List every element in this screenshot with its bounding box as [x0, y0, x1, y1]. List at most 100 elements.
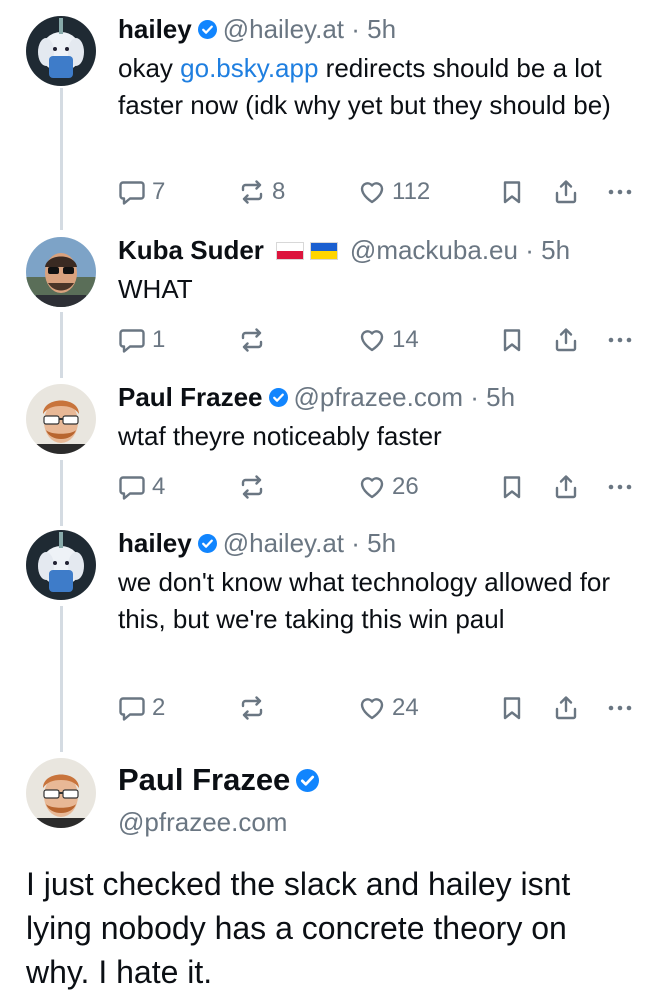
post-actions: 7 8 112 [118, 176, 651, 208]
bookmark-icon [498, 694, 526, 722]
bookmark-icon [498, 326, 526, 354]
like-count: 24 [392, 694, 419, 721]
post-text: wtaf theyre noticeably faster [118, 421, 442, 451]
post-time[interactable]: 5h [367, 14, 396, 44]
post-time[interactable]: 5h [541, 235, 570, 265]
bookmark-button[interactable] [498, 176, 526, 208]
repost-icon [238, 326, 266, 354]
avatar-hailey[interactable] [26, 16, 96, 86]
share-icon [552, 178, 580, 206]
post-header: hailey @hailey.at · 5h [118, 528, 651, 558]
reply-icon [118, 326, 146, 354]
like-button[interactable]: 14 [358, 324, 419, 356]
avatar-hailey[interactable] [26, 530, 96, 600]
author-handle[interactable]: @hailey.at [223, 14, 344, 44]
avatar-paul-frazee[interactable] [26, 758, 96, 828]
more-icon [606, 473, 634, 501]
share-button[interactable] [552, 471, 580, 503]
author-name[interactable]: hailey [118, 14, 192, 44]
author-handle[interactable]: @hailey.at [223, 528, 344, 558]
bookmark-button[interactable] [498, 471, 526, 503]
more-button[interactable] [606, 176, 634, 208]
share-icon [552, 326, 580, 354]
avatar-paul-frazee[interactable] [26, 384, 96, 454]
repost-icon [238, 473, 266, 501]
verified-icon [198, 534, 217, 553]
bookmark-button[interactable] [498, 692, 526, 724]
author-name[interactable]: Paul Frazee [118, 382, 263, 412]
more-button[interactable] [606, 692, 634, 724]
reply-button[interactable]: 1 [118, 324, 165, 356]
main-author-name[interactable]: Paul Frazee [118, 762, 290, 797]
post-text: WHAT [118, 274, 193, 304]
share-button[interactable] [552, 324, 580, 356]
like-button[interactable]: 26 [358, 471, 419, 503]
thread-line [60, 460, 63, 526]
repost-button[interactable] [238, 471, 266, 503]
share-button[interactable] [552, 176, 580, 208]
post-header: Kuba Suder @mackuba.eu · 5h [118, 235, 651, 265]
author-handle[interactable]: @pfrazee.com [294, 382, 463, 412]
more-icon [606, 326, 634, 354]
repost-button[interactable]: 8 [238, 176, 285, 208]
post-header: hailey @hailey.at · 5h [118, 14, 651, 44]
main-post-text: I just checked the slack and hailey isnt… [26, 866, 571, 990]
bookmark-icon [498, 178, 526, 206]
like-icon [358, 326, 386, 354]
bookmark-icon [498, 473, 526, 501]
reply-icon [118, 694, 146, 722]
post-time[interactable]: 5h [367, 528, 396, 558]
thread-line [60, 312, 63, 378]
more-icon [606, 694, 634, 722]
ukraine-flag-icon [309, 242, 338, 260]
repost-button[interactable] [238, 692, 266, 724]
verified-icon [296, 769, 319, 792]
separator: · [351, 14, 360, 44]
post-text: okay go.bsky.app redirects should be a l… [118, 50, 651, 124]
post-text: we don't know what technology allowed fo… [118, 567, 611, 634]
post-actions: 4 26 [118, 471, 651, 503]
verified-icon [198, 20, 217, 39]
reply-count: 4 [152, 473, 166, 500]
poland-flag-icon [275, 242, 304, 260]
reply-count: 7 [152, 178, 166, 205]
reply-button[interactable]: 4 [118, 471, 165, 503]
reply-icon [118, 473, 146, 501]
repost-count: 8 [272, 178, 286, 205]
share-button[interactable] [552, 692, 580, 724]
author-handle[interactable]: @mackuba.eu [350, 235, 518, 265]
main-author-handle[interactable]: @pfrazee.com [118, 806, 651, 838]
bookmark-button[interactable] [498, 324, 526, 356]
thread-line [60, 88, 63, 230]
repost-icon [238, 694, 266, 722]
separator: · [351, 528, 360, 558]
reply-count: 1 [152, 326, 166, 353]
reply-button[interactable]: 7 [118, 176, 165, 208]
author-name[interactable]: hailey [118, 528, 192, 558]
thread-line [60, 606, 63, 752]
post-time[interactable]: 5h [486, 382, 515, 412]
post-actions: 2 24 [118, 692, 651, 724]
share-icon [552, 694, 580, 722]
post-link[interactable]: go.bsky.app [180, 53, 318, 83]
like-icon [358, 473, 386, 501]
repost-icon [238, 178, 266, 206]
separator: · [470, 382, 479, 412]
post-text-part: okay [118, 53, 181, 83]
reply-icon [118, 178, 146, 206]
author-name[interactable]: Kuba Suder [118, 235, 264, 265]
like-button[interactable]: 112 [358, 176, 430, 208]
reply-button[interactable]: 2 [118, 692, 165, 724]
like-icon [358, 178, 386, 206]
like-button[interactable]: 24 [358, 692, 419, 724]
like-count: 112 [392, 178, 431, 205]
more-button[interactable] [606, 471, 634, 503]
repost-button[interactable] [238, 324, 266, 356]
avatar-kuba-suder[interactable] [26, 237, 96, 307]
share-icon [552, 473, 580, 501]
more-button[interactable] [606, 324, 634, 356]
post-actions: 1 14 [118, 324, 651, 356]
separator: · [525, 235, 534, 265]
post-header: Paul Frazee @pfrazee.com · 5h [118, 382, 651, 412]
like-count: 14 [392, 326, 419, 353]
